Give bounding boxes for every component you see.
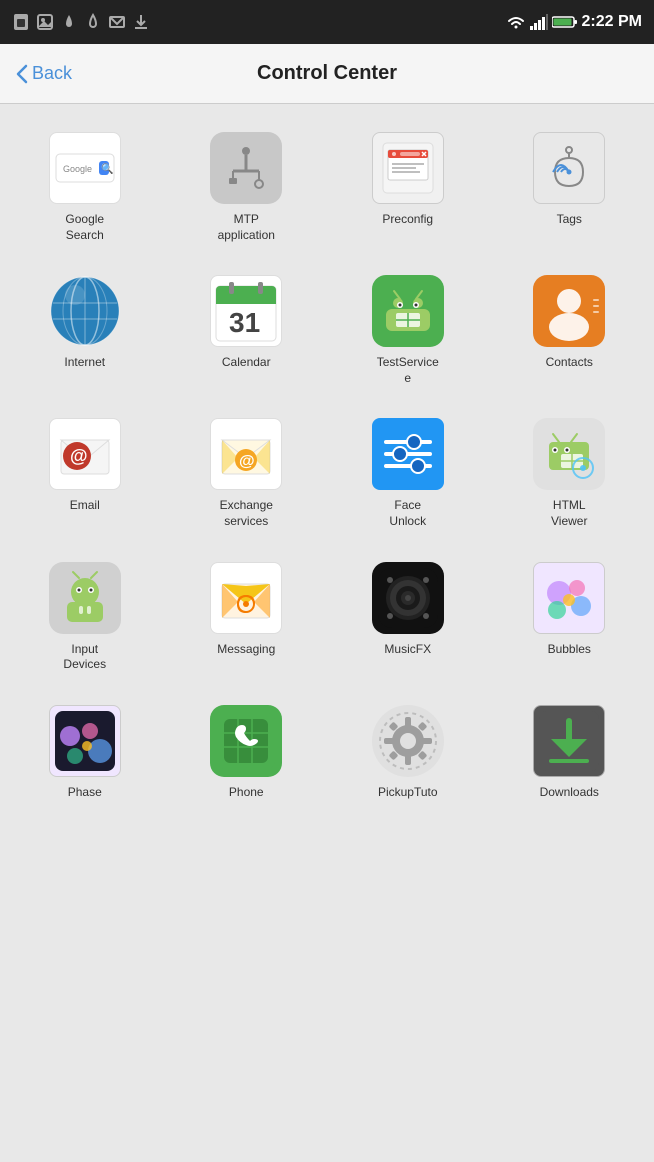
exchange-services-icon: @ <box>210 418 282 490</box>
app-grid: Google 🔍 GoogleSearch MTPapplication <box>0 104 654 828</box>
status-time: 2:22 PM <box>582 13 642 31</box>
exchange-services-label: Exchangeservices <box>220 498 273 529</box>
app-item-messaging[interactable]: Messaging <box>170 550 324 685</box>
app-item-tags[interactable]: Tags <box>493 120 647 255</box>
phase-icon <box>49 705 121 777</box>
google-search-label: GoogleSearch <box>65 212 104 243</box>
app-item-bubbles[interactable]: Bubbles <box>493 550 647 685</box>
app-item-testservice[interactable]: TestServicee <box>331 263 485 398</box>
app-item-contacts[interactable]: Contacts <box>493 263 647 398</box>
sim-icon <box>12 13 30 31</box>
tags-label: Tags <box>557 212 582 228</box>
download-status-icon <box>132 13 150 31</box>
status-bar: 2:22 PM <box>0 0 654 44</box>
app-item-preconfig[interactable]: Preconfig <box>331 120 485 255</box>
app-item-musicfx[interactable]: MusicFX <box>331 550 485 685</box>
pickuptuto-icon <box>372 705 444 777</box>
musicfx-icon <box>372 562 444 634</box>
header: Back Control Center <box>0 44 654 104</box>
drop-icon <box>60 13 78 31</box>
email-label: Email <box>70 498 100 514</box>
testservice-label: TestServicee <box>377 355 439 386</box>
internet-icon <box>49 275 121 347</box>
svg-text:🔍: 🔍 <box>101 162 113 175</box>
drop2-icon <box>84 13 102 31</box>
app-item-input-devices[interactable]: InputDevices <box>8 550 162 685</box>
html-viewer-icon <box>533 418 605 490</box>
input-devices-icon <box>49 562 121 634</box>
face-unlock-icon <box>372 418 444 490</box>
downloads-icon <box>533 705 605 777</box>
input-devices-label: InputDevices <box>63 642 106 673</box>
html-viewer-label: HTMLViewer <box>551 498 587 529</box>
calendar-icon: 31 <box>210 275 282 347</box>
preconfig-icon <box>372 132 444 204</box>
bubbles-icon <box>533 562 605 634</box>
face-unlock-label: FaceUnlock <box>389 498 426 529</box>
tags-icon <box>533 132 605 204</box>
phase-label: Phase <box>68 785 102 801</box>
status-icons-right: 2:22 PM <box>506 13 642 31</box>
app-item-phase[interactable]: Phase <box>8 693 162 813</box>
app-item-pickuptuto[interactable]: PickupTuto <box>331 693 485 813</box>
svg-text:@: @ <box>239 453 255 470</box>
email-icon: @ <box>49 418 121 490</box>
battery-icon <box>552 15 578 29</box>
testservice-icon <box>372 275 444 347</box>
signal-icon <box>530 14 548 30</box>
contacts-label: Contacts <box>546 355 593 371</box>
pickuptuto-label: PickupTuto <box>378 785 438 801</box>
calendar-label: Calendar <box>222 355 271 371</box>
back-button[interactable]: Back <box>16 63 72 84</box>
app-item-calendar[interactable]: 31 Calendar <box>170 263 324 398</box>
app-item-html-viewer[interactable]: HTMLViewer <box>493 406 647 541</box>
phone-icon <box>210 705 282 777</box>
messaging-icon <box>210 562 282 634</box>
downloads-label: Downloads <box>540 785 599 801</box>
app-item-google-search[interactable]: Google 🔍 GoogleSearch <box>8 120 162 255</box>
app-item-face-unlock[interactable]: FaceUnlock <box>331 406 485 541</box>
back-label: Back <box>32 63 72 84</box>
musicfx-label: MusicFX <box>384 642 431 658</box>
svg-text:Google: Google <box>63 164 92 174</box>
mtp-application-label: MTPapplication <box>218 212 275 243</box>
svg-text:31: 31 <box>229 307 260 338</box>
app-item-internet[interactable]: Internet <box>8 263 162 398</box>
internet-label: Internet <box>64 355 105 371</box>
contacts-icon <box>533 275 605 347</box>
image-icon <box>36 13 54 31</box>
mail-icon <box>108 13 126 31</box>
wifi-icon <box>506 14 526 30</box>
messaging-label: Messaging <box>217 642 275 658</box>
mtp-application-icon <box>210 132 282 204</box>
app-item-downloads[interactable]: Downloads <box>493 693 647 813</box>
google-search-icon: Google 🔍 <box>49 132 121 204</box>
page-title: Control Center <box>257 62 397 85</box>
app-item-mtp-application[interactable]: MTPapplication <box>170 120 324 255</box>
app-item-email[interactable]: @ Email <box>8 406 162 541</box>
bubbles-label: Bubbles <box>548 642 591 658</box>
app-item-phone[interactable]: Phone <box>170 693 324 813</box>
back-chevron-icon <box>16 64 28 84</box>
status-icons-left <box>12 13 150 31</box>
phone-label: Phone <box>229 785 264 801</box>
app-item-exchange-services[interactable]: @ Exchangeservices <box>170 406 324 541</box>
svg-text:@: @ <box>70 446 88 466</box>
preconfig-label: Preconfig <box>382 212 433 228</box>
